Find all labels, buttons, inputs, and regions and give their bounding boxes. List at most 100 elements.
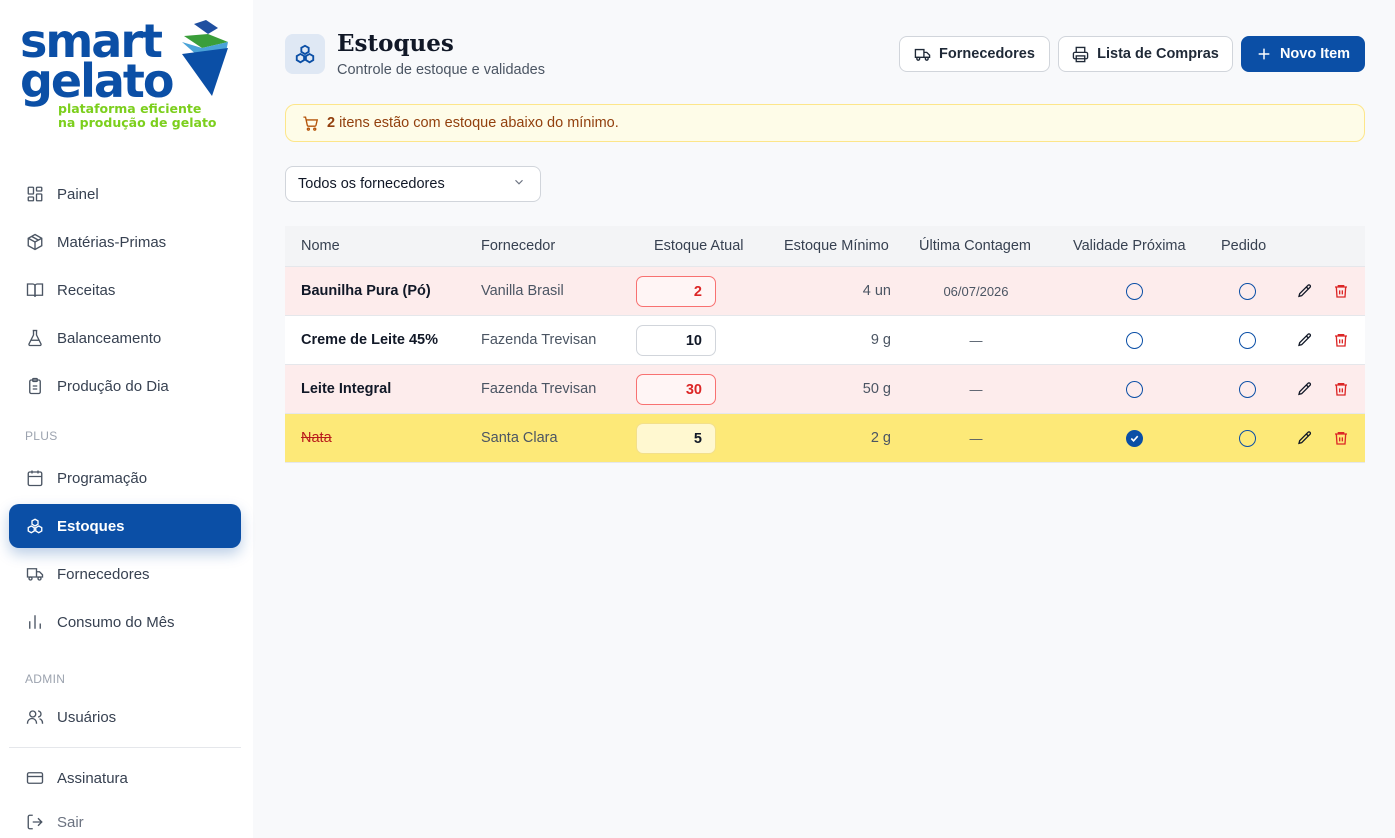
sidebar-item-label: Consumo do Mês (57, 613, 175, 631)
sidebar-item-balanceamento[interactable]: Balanceamento (9, 316, 241, 360)
item-name: Leite Integral (301, 381, 392, 397)
near-expiry-toggle[interactable] (1126, 283, 1143, 300)
gelato-cone-icon (182, 20, 228, 96)
sidebar-item-label: Estoques (57, 517, 125, 535)
credit-card-icon (25, 768, 45, 788)
sidebar-item-label: Sair (57, 813, 84, 831)
sidebar-item-receitas[interactable]: Receitas (9, 268, 241, 312)
sidebar-item-usuarios[interactable]: Usuários (9, 695, 241, 739)
order-toggle[interactable] (1239, 381, 1256, 398)
sidebar: smart gelato plataforma eficiente na pro… (0, 0, 253, 838)
alert-count: 2 (327, 115, 336, 131)
column-header-min-stock[interactable]: Estoque Mínimo (784, 238, 889, 254)
item-min-stock: 50 g (862, 381, 891, 397)
shopping-list-button-label: Lista de Compras (1097, 46, 1219, 62)
item-min-stock: 4 un (862, 283, 891, 299)
item-name: Nata (301, 430, 332, 446)
order-toggle[interactable] (1239, 430, 1256, 447)
sidebar-item-label: Balanceamento (57, 329, 162, 347)
printer-icon (1072, 46, 1089, 63)
current-stock-input[interactable] (636, 325, 716, 356)
current-stock-input[interactable] (636, 423, 716, 454)
bar-chart-icon (25, 612, 45, 632)
near-expiry-toggle[interactable] (1126, 381, 1143, 398)
near-expiry-toggle[interactable] (1126, 332, 1143, 349)
trash-icon[interactable] (1331, 281, 1351, 301)
item-last-count: 06/07/2026 (943, 283, 1009, 299)
logout-icon (25, 812, 45, 832)
sidebar-item-estoques[interactable]: Estoques (9, 504, 241, 548)
supplier-filter-select[interactable]: Todos os fornecedores (285, 166, 541, 202)
order-toggle[interactable] (1239, 283, 1256, 300)
new-item-button[interactable]: Novo Item (1241, 36, 1365, 72)
boxes-icon (285, 34, 325, 74)
table-header: Nome Fornecedor Estoque Atual Estoque Mí… (285, 226, 1365, 267)
near-expiry-toggle[interactable] (1126, 430, 1143, 447)
users-icon (25, 707, 45, 727)
sidebar-item-sair[interactable]: Sair (9, 800, 241, 838)
low-stock-alert: 2 itens estão com estoque abaixo do míni… (285, 104, 1365, 142)
table-row: Leite Integral Fazenda Trevisan 50 g — (285, 365, 1365, 414)
sidebar-item-label: Matérias-Primas (57, 233, 167, 251)
brand-line-2: gelato (20, 54, 175, 108)
sidebar-item-label: Painel (57, 185, 99, 203)
sidebar-item-label: Assinatura (57, 769, 128, 787)
check-icon (1130, 435, 1139, 442)
alert-text: itens estão com estoque abaixo do mínimo… (339, 115, 619, 131)
sidebar-item-assinatura[interactable]: Assinatura (9, 756, 241, 800)
item-supplier: Fazenda Trevisan (481, 381, 597, 397)
sidebar-item-painel[interactable]: Painel (9, 172, 241, 216)
supplier-filter-value: Todos os fornecedores (298, 176, 445, 192)
truck-icon (25, 564, 45, 584)
item-name: Baunilha Pura (Pó) (301, 283, 431, 299)
order-toggle[interactable] (1239, 332, 1256, 349)
sidebar-item-producao-do-dia[interactable]: Produção do Dia (9, 364, 241, 408)
new-item-button-label: Novo Item (1279, 46, 1351, 62)
table-row: Baunilha Pura (Pó) Vanilla Brasil 4 un 0… (285, 267, 1365, 316)
edit-icon[interactable] (1295, 281, 1315, 301)
sidebar-item-fornecedores[interactable]: Fornecedores (9, 552, 241, 596)
item-min-stock: 2 g (870, 430, 891, 446)
edit-icon[interactable] (1295, 330, 1315, 350)
sidebar-item-label: Receitas (57, 281, 116, 299)
current-stock-input[interactable] (636, 374, 716, 405)
item-min-stock: 9 g (870, 332, 891, 348)
brand-tagline-2: na produção de gelato (58, 115, 217, 130)
column-header-current-stock[interactable]: Estoque Atual (654, 238, 744, 254)
column-header-name[interactable]: Nome (301, 238, 340, 254)
plus-icon (1256, 46, 1272, 62)
item-last-count: — (969, 430, 983, 446)
sidebar-item-programacao[interactable]: Programação (9, 456, 241, 500)
flask-icon (25, 328, 45, 348)
item-supplier: Santa Clara (481, 430, 558, 446)
table-row: Creme de Leite 45% Fazenda Trevisan 9 g … (285, 316, 1365, 365)
calendar-icon (25, 468, 45, 488)
clipboard-icon (25, 376, 45, 396)
sidebar-item-materias-primas[interactable]: Matérias-Primas (9, 220, 241, 264)
shopping-list-button[interactable]: Lista de Compras (1058, 36, 1233, 72)
sidebar-section-plus: PLUS (25, 429, 58, 443)
sidebar-item-label: Produção do Dia (57, 377, 169, 395)
truck-icon (914, 46, 931, 63)
item-last-count: — (969, 332, 983, 348)
brand-logo[interactable]: smart gelato plataforma eficiente na pro… (20, 18, 232, 133)
trash-icon[interactable] (1331, 379, 1351, 399)
item-name: Creme de Leite 45% (301, 332, 439, 348)
edit-icon[interactable] (1295, 379, 1315, 399)
column-header-order[interactable]: Pedido (1221, 238, 1266, 254)
column-header-supplier[interactable]: Fornecedor (481, 238, 555, 254)
sidebar-section-admin: ADMIN (25, 672, 66, 686)
suppliers-button[interactable]: Fornecedores (899, 36, 1050, 72)
sidebar-item-consumo-do-mes[interactable]: Consumo do Mês (9, 600, 241, 644)
column-header-last-count[interactable]: Última Contagem (919, 238, 1031, 254)
dashboard-icon (25, 184, 45, 204)
item-last-count: — (969, 381, 983, 397)
shopping-cart-icon (302, 115, 319, 132)
edit-icon[interactable] (1295, 428, 1315, 448)
stock-table: Nome Fornecedor Estoque Atual Estoque Mí… (285, 226, 1365, 463)
current-stock-input[interactable] (636, 276, 716, 307)
trash-icon[interactable] (1331, 428, 1351, 448)
column-header-near-expiry[interactable]: Validade Próxima (1073, 238, 1186, 254)
trash-icon[interactable] (1331, 330, 1351, 350)
item-supplier: Vanilla Brasil (481, 283, 564, 299)
